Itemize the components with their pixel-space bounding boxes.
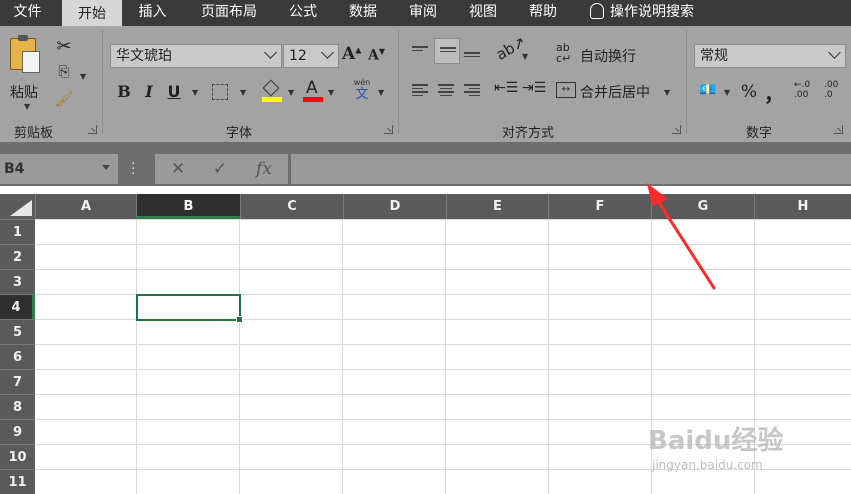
watermark: Baidu经验 jingyan.baidu.com	[648, 402, 848, 492]
watermark-logo: Baidu经验	[648, 426, 784, 456]
watermark-url: jingyan.baidu.com	[652, 458, 763, 472]
